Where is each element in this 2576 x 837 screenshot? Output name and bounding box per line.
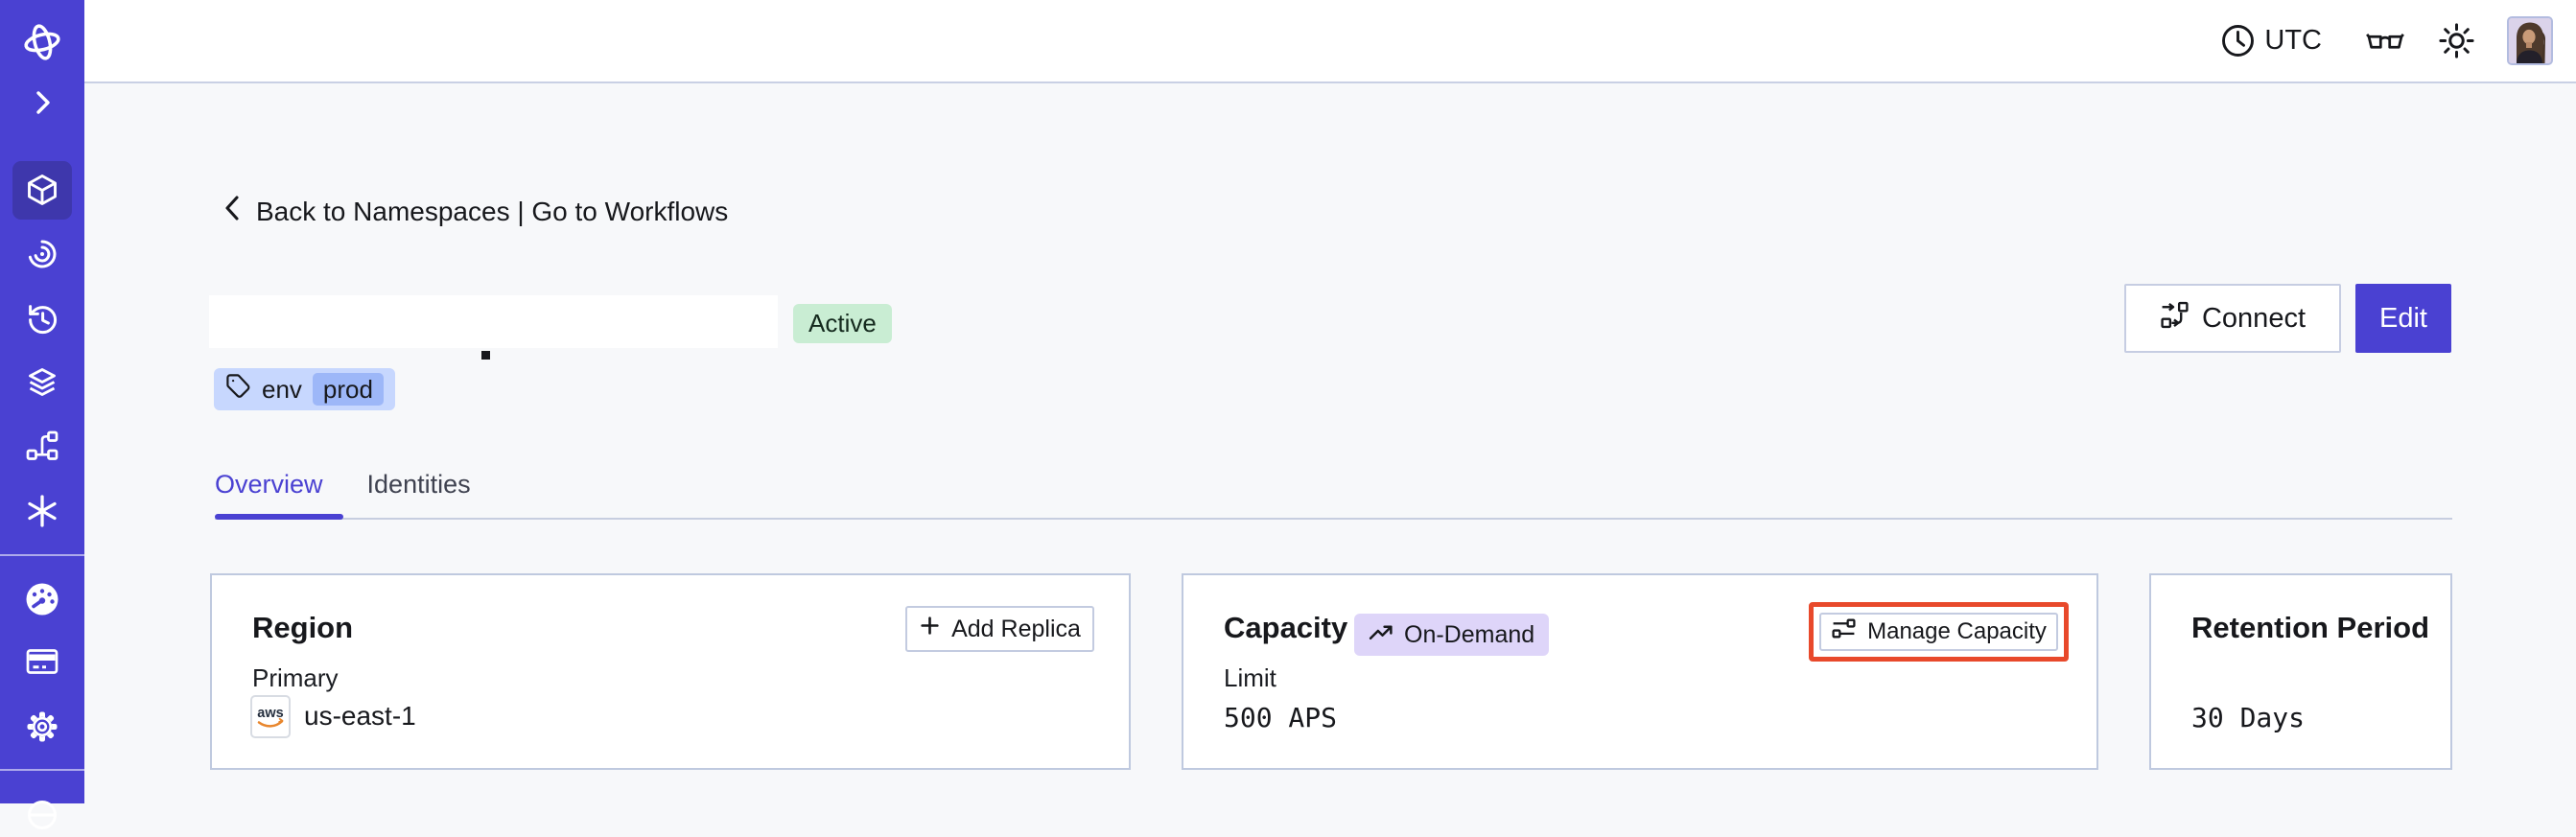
redacted-text-remnant xyxy=(481,351,490,360)
primary-label: Primary xyxy=(252,663,339,692)
sidebar-item-deployments[interactable] xyxy=(0,427,84,470)
active-tab-underline xyxy=(215,514,343,520)
connect-button[interactable]: Connect xyxy=(2124,284,2341,353)
tag-key: env xyxy=(262,374,302,404)
sidebar-item-integrations[interactable] xyxy=(0,492,84,535)
connect-button-label: Connect xyxy=(2201,302,2306,334)
region-card: Region Add Replica Primary aws us-east-1 xyxy=(210,573,1131,770)
trend-up-icon xyxy=(1369,621,1394,649)
timezone-label: UTC xyxy=(2264,25,2322,56)
gauge-icon xyxy=(23,580,61,623)
retention-value: 30 Days xyxy=(2191,702,2306,733)
region-card-title: Region xyxy=(252,611,354,644)
avatar[interactable] xyxy=(2507,16,2553,65)
sidebar-item-insights[interactable] xyxy=(0,235,84,278)
capacity-card-title: Capacity xyxy=(1224,611,1348,644)
tag-icon xyxy=(225,373,251,406)
connect-flow-icon xyxy=(2160,300,2190,337)
credit-card-icon xyxy=(23,642,61,686)
status-badge: Active xyxy=(793,304,892,343)
limit-value: 500 APS xyxy=(1224,702,1338,733)
sliders-icon xyxy=(1831,616,1857,648)
tab-identities[interactable]: Identities xyxy=(367,470,471,499)
add-replica-button[interactable]: Add Replica xyxy=(905,606,1094,652)
tag-value: prod xyxy=(312,373,384,406)
plus-icon xyxy=(919,615,941,643)
limit-label: Limit xyxy=(1224,663,1276,692)
sun-icon[interactable] xyxy=(2437,21,2476,60)
chevron-right-icon xyxy=(27,87,58,123)
sidebar-item-usage[interactable] xyxy=(0,580,84,623)
sidebar-item-history[interactable] xyxy=(0,299,84,342)
region-value-row: aws us-east-1 xyxy=(250,694,416,738)
globe-icon xyxy=(23,794,61,837)
clock-icon xyxy=(2220,23,2256,58)
capacity-card: Capacity On-Demand Limit 500 APS Manage … xyxy=(1182,573,2098,770)
topbar: UTC xyxy=(84,0,2576,83)
annotation-highlight-box: Manage Capacity xyxy=(1809,602,2069,662)
sidebar-divider xyxy=(0,769,84,771)
temporal-logo-icon xyxy=(20,20,64,69)
edit-button[interactable]: Edit xyxy=(2355,284,2451,353)
status-badge-label: Active xyxy=(808,309,877,337)
topbar-actions: UTC xyxy=(2220,0,2553,81)
sidebar xyxy=(0,0,84,829)
sidebar-item-nexus[interactable] xyxy=(0,363,84,407)
gear-icon xyxy=(23,708,61,751)
glasses-icon[interactable] xyxy=(2364,26,2406,57)
sidebar-divider xyxy=(0,554,84,556)
edit-button-label: Edit xyxy=(2379,302,2427,334)
fork-icon xyxy=(23,427,61,470)
sidebar-item-account[interactable] xyxy=(0,794,84,837)
asterisk-icon xyxy=(23,492,61,535)
aws-logo: aws xyxy=(250,694,291,738)
cube-icon xyxy=(23,171,61,214)
sidebar-item-logo[interactable] xyxy=(0,20,84,69)
manage-capacity-button[interactable]: Manage Capacity xyxy=(1819,613,2058,651)
breadcrumb-label: Back to Namespaces | Go to Workflows xyxy=(256,196,729,226)
region-value: us-east-1 xyxy=(304,701,416,731)
tab-overview[interactable]: Overview xyxy=(215,470,323,499)
manage-capacity-label: Manage Capacity xyxy=(1867,618,2047,644)
history-icon xyxy=(23,299,61,342)
layers-icon xyxy=(23,363,61,407)
sidebar-item-billing[interactable] xyxy=(0,642,84,686)
tab-bar: Overview Identities xyxy=(215,470,471,499)
eye-swirl-icon xyxy=(23,235,61,278)
add-replica-label: Add Replica xyxy=(951,615,1081,642)
retention-card-title: Retention Period xyxy=(2191,611,2430,644)
ondemand-badge: On-Demand xyxy=(1354,614,1550,656)
retention-card: Retention Period 30 Days xyxy=(2149,573,2452,770)
namespace-tag-chip: env prod xyxy=(214,368,395,410)
breadcrumb[interactable]: Back to Namespaces | Go to Workflows xyxy=(222,193,728,230)
sidebar-item-settings[interactable] xyxy=(0,708,84,751)
sidebar-item-namespaces[interactable] xyxy=(0,171,84,214)
timezone-selector[interactable]: UTC xyxy=(2220,23,2322,58)
back-icon xyxy=(222,193,242,230)
sidebar-expand-toggle[interactable] xyxy=(0,87,84,123)
tab-bar-divider xyxy=(215,518,2452,520)
namespace-title-redacted xyxy=(209,295,778,348)
ondemand-badge-label: On-Demand xyxy=(1404,620,1535,648)
